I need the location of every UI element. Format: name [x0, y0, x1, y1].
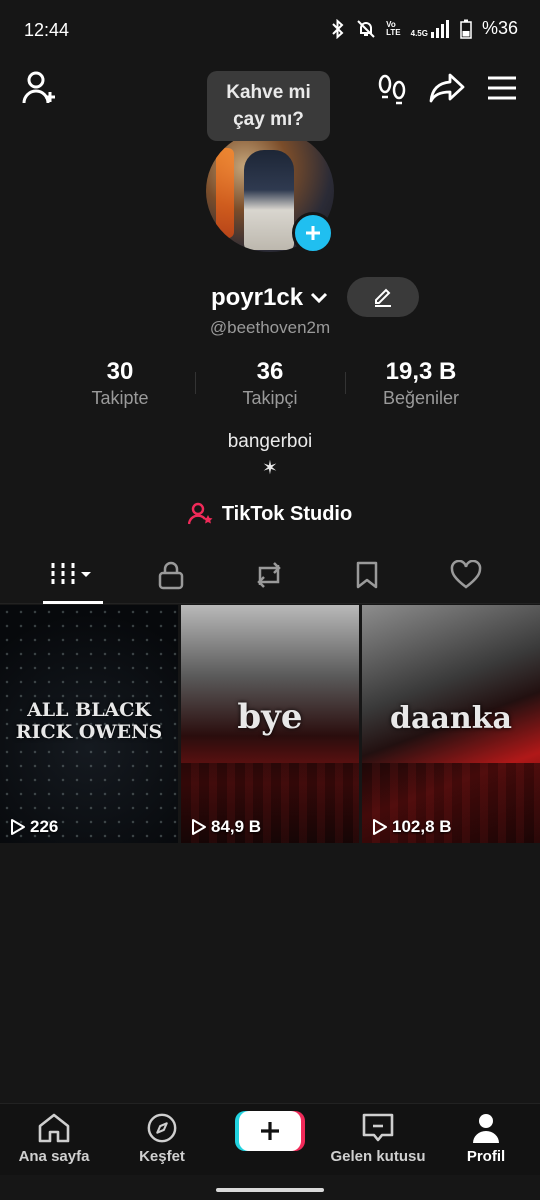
- nav-label: Profil: [466, 1148, 506, 1165]
- tab-private[interactable]: [141, 548, 201, 602]
- stat-following[interactable]: 30 Takipte: [45, 358, 195, 409]
- status-bar: 12:44 Vo LTE 4.5G %36: [0, 0, 540, 60]
- username[interactable]: poyr1ck: [211, 284, 303, 312]
- nav-profile[interactable]: Profil: [436, 1112, 536, 1165]
- grid-icon: [51, 563, 91, 587]
- stat-value: 19,3 B: [385, 358, 457, 385]
- add-avatar-button[interactable]: [292, 212, 334, 254]
- stat-followers[interactable]: 36 Takipçi: [195, 358, 345, 409]
- volte-indicator: Vo LTE: [386, 19, 401, 37]
- nav-discover[interactable]: Keşfet: [112, 1112, 212, 1165]
- bio-line: bangerboi: [227, 431, 313, 452]
- stat-value: 30: [106, 358, 134, 385]
- chevron-down-icon[interactable]: [310, 291, 328, 309]
- home-indicator[interactable]: [216, 1188, 324, 1192]
- video-thumbnail[interactable]: bye 84,9 B: [181, 605, 359, 843]
- signal-icon: [430, 19, 449, 38]
- menu-icon[interactable]: [482, 68, 522, 108]
- signal-indicator: 4.5G: [411, 19, 450, 38]
- add-friend-icon[interactable]: [20, 68, 60, 108]
- nav-home[interactable]: Ana sayfa: [4, 1112, 104, 1165]
- tab-saved[interactable]: [337, 548, 397, 602]
- tab-reposts[interactable]: [239, 548, 299, 602]
- bottom-nav: Ana sayfa Keşfet Gelen kutusu Profil: [0, 1103, 540, 1175]
- view-count: 226: [10, 817, 58, 837]
- tab-videos[interactable]: [43, 548, 103, 602]
- stat-label: Takipçi: [242, 388, 298, 408]
- video-overlay-text: bye: [237, 697, 303, 737]
- play-icon: [373, 819, 387, 835]
- nav-label: Ana sayfa: [18, 1148, 90, 1165]
- stat-likes[interactable]: 19,3 B Beğeniler: [346, 358, 496, 409]
- repost-icon: [257, 562, 281, 588]
- battery-icon: [460, 19, 472, 39]
- video-overlay-text: ALL BLACK RICK OWENS: [15, 699, 163, 743]
- video-overlay-text: daanka: [390, 701, 512, 736]
- bio: bangerboi ✶: [0, 428, 540, 482]
- footprints-icon[interactable]: [372, 68, 412, 108]
- inbox-icon: [362, 1113, 394, 1142]
- note-line-1: Kahve mi: [226, 82, 311, 103]
- tab-liked[interactable]: [436, 548, 496, 602]
- profile-icon: [473, 1114, 499, 1143]
- edit-profile-button[interactable]: [347, 277, 419, 317]
- view-count: 84,9 B: [191, 817, 261, 837]
- stat-label: Takipte: [91, 388, 149, 408]
- bio-line: ✶: [262, 458, 278, 479]
- active-tab-indicator: [43, 601, 103, 604]
- video-grid: ALL BLACK RICK OWENS 226 bye 84,9 B daan…: [0, 605, 540, 843]
- nav-label: Gelen kutusu: [330, 1148, 426, 1165]
- heart-icon: [450, 560, 482, 589]
- video-thumbnail[interactable]: ALL BLACK RICK OWENS 226: [0, 605, 178, 843]
- pencil-icon: [375, 288, 391, 307]
- lock-icon: [158, 561, 184, 590]
- compass-icon: [147, 1113, 177, 1143]
- battery-percent: %36: [481, 18, 518, 38]
- plus-icon: [261, 1122, 279, 1140]
- create-button[interactable]: [239, 1111, 301, 1151]
- plus-icon: [306, 226, 320, 240]
- studio-person-icon: [187, 502, 213, 525]
- home-icon: [38, 1113, 70, 1143]
- profile-tabs: [0, 548, 540, 604]
- nav-label: Keşfet: [139, 1148, 185, 1165]
- bookmark-icon: [356, 561, 378, 589]
- note-bubble[interactable]: Kahve mi çay mı?: [207, 71, 330, 141]
- nav-inbox[interactable]: Gelen kutusu: [328, 1112, 428, 1165]
- play-icon: [192, 819, 206, 835]
- mute-bell-icon: [356, 19, 376, 39]
- bluetooth-icon: [330, 18, 346, 39]
- tiktok-studio-link[interactable]: TikTok Studio: [0, 500, 540, 528]
- status-time: 12:44: [24, 20, 70, 40]
- stat-label: Beğeniler: [382, 388, 460, 408]
- view-count: 102,8 B: [372, 817, 452, 837]
- profile-handle: @beethoven2m: [209, 318, 331, 337]
- share-icon[interactable]: [426, 68, 468, 108]
- studio-label: TikTok Studio: [221, 502, 353, 525]
- profile-stats: 30 Takipte 36 Takipçi 19,3 B Beğeniler: [0, 358, 540, 418]
- play-icon: [11, 819, 25, 835]
- note-line-2: çay mı?: [233, 109, 304, 130]
- stat-value: 36: [256, 358, 284, 385]
- status-icons: Vo LTE 4.5G %36: [330, 18, 518, 39]
- video-thumbnail[interactable]: daanka 102,8 B: [362, 605, 540, 843]
